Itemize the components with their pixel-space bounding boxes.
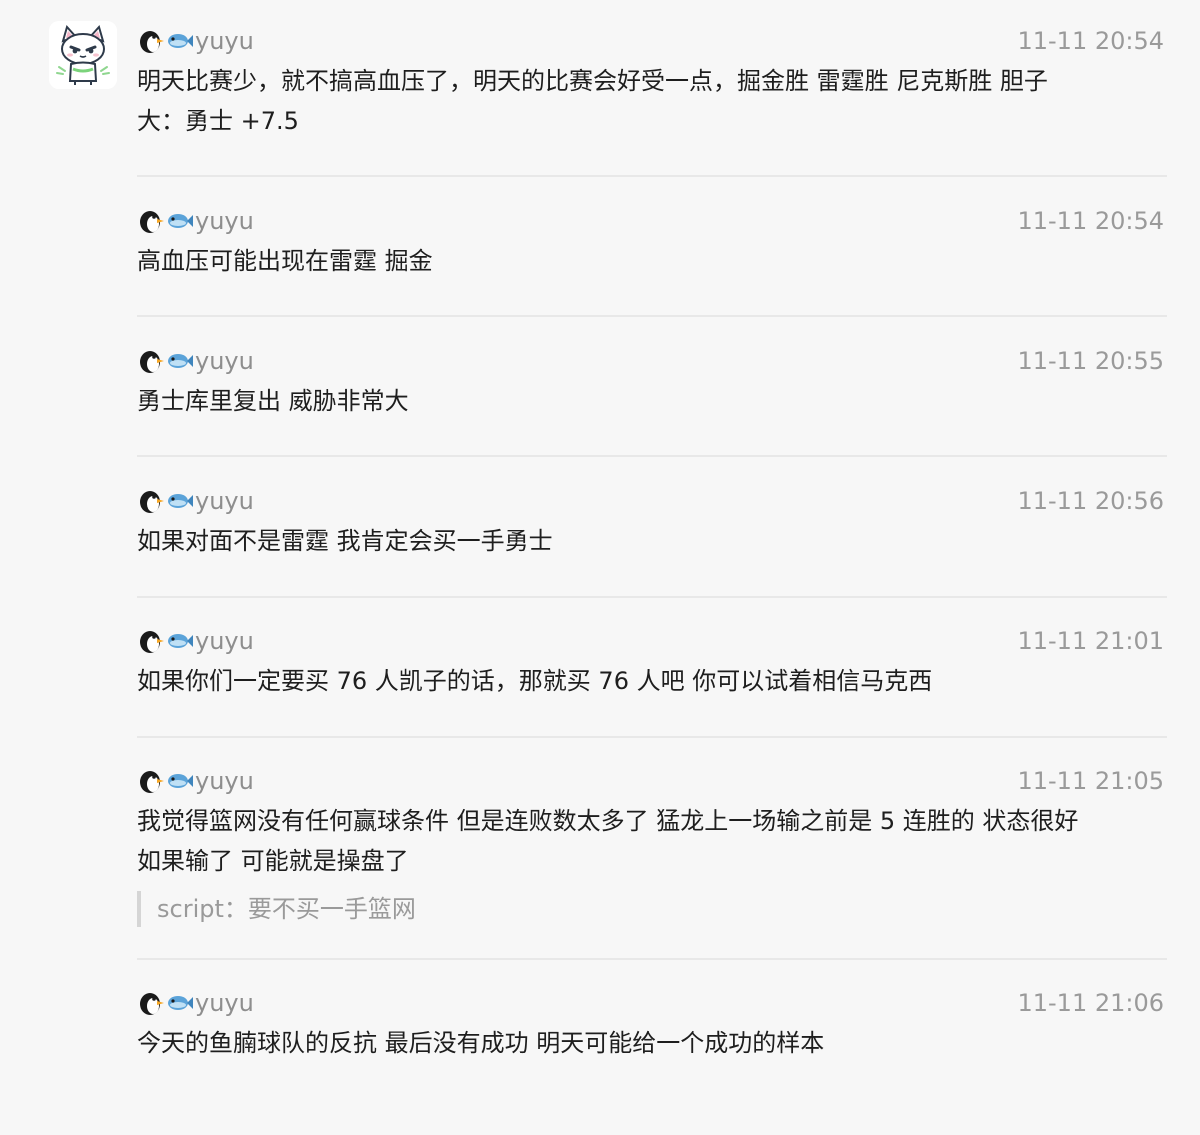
fish-icon (165, 348, 193, 374)
timestamp: 11-11 20:55 (1017, 347, 1164, 375)
timestamp: 11-11 20:56 (1017, 487, 1164, 515)
timestamp: 11-11 21:05 (1017, 767, 1164, 795)
timestamp: 11-11 21:06 (1017, 989, 1164, 1017)
sender[interactable]: yuyu (137, 989, 254, 1017)
sender[interactable]: yuyu (137, 487, 254, 515)
penguin-icon (137, 488, 165, 514)
timestamp: 11-11 20:54 (1017, 207, 1164, 235)
divider (137, 736, 1167, 738)
timestamp: 11-11 21:01 (1017, 627, 1164, 655)
divider (137, 175, 1167, 177)
quoted-reply[interactable]: script：要不买一手篮网 (137, 891, 1167, 927)
fish-icon (165, 488, 193, 514)
sender-name: yuyu (195, 487, 254, 515)
message-item: yuyu 11-11 21:06 今天的鱼腩球队的反抗 最后没有成功 明天可能给… (137, 983, 1167, 1063)
penguin-icon (137, 990, 165, 1016)
message-item: yuyu 11-11 20:54 高血压可能出现在雷霆 掘金 (137, 201, 1167, 281)
sender[interactable]: yuyu (137, 767, 254, 795)
penguin-icon (137, 628, 165, 654)
penguin-icon (137, 768, 165, 794)
penguin-icon (137, 208, 165, 234)
sender-name: yuyu (195, 767, 254, 795)
penguin-icon (137, 28, 165, 54)
message-item: yuyu 11-11 20:55 勇士库里复出 威胁非常大 (137, 341, 1167, 421)
message-text: 高血压可能出现在雷霆 掘金 (137, 247, 433, 275)
divider (137, 455, 1167, 457)
fish-icon (165, 28, 193, 54)
penguin-icon (137, 348, 165, 374)
message-text: 如果你们一定要买 76 人凯子的话，那就买 76 人吧 你可以试着相信马克西 (137, 667, 933, 695)
fish-icon (165, 990, 193, 1016)
message-item: yuyu 11-11 20:54 明天比赛少，就不搞高血压了，明天的比赛会好受一… (137, 21, 1167, 141)
message-text: 如果对面不是雷霆 我肯定会买一手勇士 (137, 527, 553, 555)
sender-name: yuyu (195, 989, 254, 1017)
message-item: yuyu 11-11 21:05 我觉得篮网没有任何赢球条件 但是连败数太多了 … (137, 761, 1167, 927)
divider (137, 958, 1167, 960)
sender[interactable]: yuyu (137, 627, 254, 655)
sender[interactable]: yuyu (137, 27, 254, 55)
sender-name: yuyu (195, 27, 254, 55)
sender[interactable]: yuyu (137, 347, 254, 375)
message-item: yuyu 11-11 21:01 如果你们一定要买 76 人凯子的话，那就买 7… (137, 621, 1167, 701)
message-item: yuyu 11-11 20:56 如果对面不是雷霆 我肯定会买一手勇士 (137, 481, 1167, 561)
divider (137, 596, 1167, 598)
message-text: 勇士库里复出 威胁非常大 (137, 387, 409, 415)
timestamp: 11-11 20:54 (1017, 27, 1164, 55)
message-text: 明天比赛少，就不搞高血压了，明天的比赛会好受一点，掘金胜 雷霆胜 尼克斯胜 胆子… (137, 67, 1048, 135)
fish-icon (165, 768, 193, 794)
message-text: 我觉得篮网没有任何赢球条件 但是连败数太多了 猛龙上一场输之前是 5 连胜的 状… (137, 807, 1079, 875)
divider (137, 315, 1167, 317)
cat-avatar-icon[interactable] (49, 21, 117, 89)
fish-icon (165, 208, 193, 234)
message-text: 今天的鱼腩球队的反抗 最后没有成功 明天可能给一个成功的样本 (137, 1029, 825, 1057)
fish-icon (165, 628, 193, 654)
sender[interactable]: yuyu (137, 207, 254, 235)
sender-name: yuyu (195, 347, 254, 375)
sender-name: yuyu (195, 627, 254, 655)
sender-name: yuyu (195, 207, 254, 235)
chat-thread: yuyu 11-11 20:54 明天比赛少，就不搞高血压了，明天的比赛会好受一… (0, 0, 1200, 1135)
